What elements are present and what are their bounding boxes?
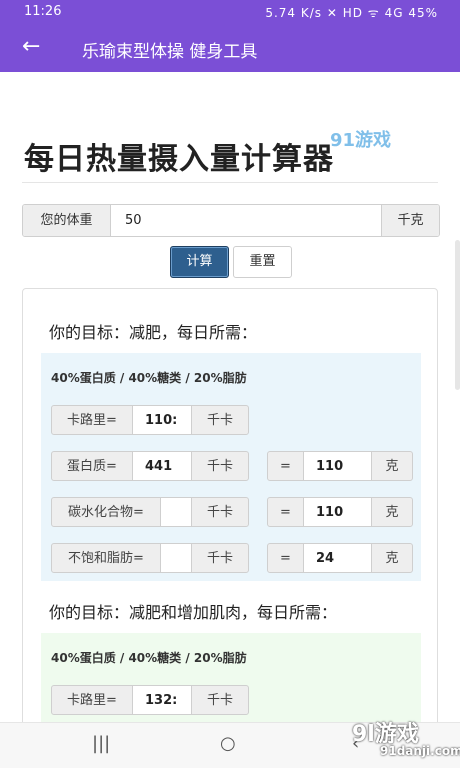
protein-grams-unit: 克 [371, 451, 413, 481]
weight-input[interactable]: 50 [125, 205, 142, 236]
goal-title-lose-weight-build-muscle: 你的目标：减肥和增加肌肉，每日所需： [49, 603, 338, 622]
scrollbar[interactable] [455, 240, 460, 390]
goal2-ratio: 40%蛋白质 / 40%糖类 / 20%脂肪 [51, 651, 247, 665]
carbs-kcal-input[interactable] [161, 497, 191, 527]
fat-grams-input[interactable]: 24 [304, 543, 371, 573]
watermark-logo: 91游戏 [330, 130, 392, 151]
app-title: 乐瑜束型体操 健身工具 [82, 42, 258, 62]
fat-label: 不饱和脂肪= [51, 543, 161, 573]
recent-apps-icon[interactable]: ||| [92, 733, 110, 754]
weight-input-group: 您的体重 50 千克 [22, 204, 440, 237]
carbs-label: 碳水化合物= [51, 497, 161, 527]
reset-button[interactable]: 重置 [233, 246, 292, 278]
carbs-kcal-unit: 千卡 [191, 497, 249, 527]
divider [22, 182, 438, 183]
goal2-calorie-label: 卡路里= [51, 685, 133, 715]
site-logo: 9l游戏 91danji.com [350, 712, 460, 764]
status-time: 11:26 [24, 4, 62, 19]
protein-grams-input[interactable]: 110 [304, 451, 371, 481]
status-bar: 11:26 5.74 K/s ✕ HD ᯤ 4G 45% [0, 0, 460, 24]
back-arrow-icon[interactable]: ← [22, 34, 40, 60]
carbs-eq: = [267, 497, 304, 527]
goal2-calorie-row: 卡路里= 132: 千卡 [51, 685, 251, 715]
fat-eq: = [267, 543, 304, 573]
main-content: 每日热量摄入量计算器 91游戏 您的体重 50 千克 计算 重置 你的目标：减肥… [0, 72, 460, 722]
calculate-button[interactable]: 计算 [170, 246, 229, 278]
weight-label: 您的体重 [23, 205, 111, 236]
protein-eq: = [267, 451, 304, 481]
protein-label: 蛋白质= [51, 451, 133, 481]
app-bar: ← 乐瑜束型体操 健身工具 [0, 24, 460, 72]
weight-unit: 千克 [381, 205, 439, 236]
goal1-carbs-row: 碳水化合物= 千卡 = 110 克 [51, 497, 421, 527]
goal2-calorie-unit: 千卡 [191, 685, 249, 715]
calorie-label: 卡路里= [51, 405, 133, 435]
page-title: 每日热量摄入量计算器 [24, 142, 334, 177]
results-panel: 你的目标：减肥，每日所需： 40%蛋白质 / 40%糖类 / 20%脂肪 卡路里… [22, 288, 438, 722]
fat-kcal-input[interactable] [161, 543, 191, 573]
protein-kcal-unit: 千卡 [191, 451, 249, 481]
fat-grams-unit: 克 [371, 543, 413, 573]
goal1-calorie-row: 卡路里= 110: 千卡 [51, 405, 251, 435]
carbs-grams-input[interactable]: 110 [304, 497, 371, 527]
goal1-box: 40%蛋白质 / 40%糖类 / 20%脂肪 卡路里= 110: 千卡 蛋白质=… [41, 353, 421, 581]
home-icon[interactable]: ○ [220, 733, 236, 754]
carbs-grams-unit: 克 [371, 497, 413, 527]
calorie-unit: 千卡 [191, 405, 249, 435]
fat-kcal-unit: 千卡 [191, 543, 249, 573]
protein-kcal-input[interactable]: 441 [133, 451, 191, 481]
goal2-calorie-input[interactable]: 132: [133, 685, 191, 715]
goal1-fat-row: 不饱和脂肪= 千卡 = 24 克 [51, 543, 421, 573]
goal2-box: 40%蛋白质 / 40%糖类 / 20%脂肪 卡路里= 132: 千卡 [41, 633, 421, 722]
goal1-ratio: 40%蛋白质 / 40%糖类 / 20%脂肪 [51, 371, 247, 385]
goal-title-lose-weight: 你的目标：减肥，每日所需： [49, 323, 258, 342]
status-icons: 5.74 K/s ✕ HD ᯤ 4G 45% [265, 6, 438, 20]
goal1-protein-row: 蛋白质= 441 千卡 = 110 克 [51, 451, 421, 481]
logo-url: 91danji.com [380, 744, 460, 758]
calorie-input[interactable]: 110: [133, 405, 191, 435]
